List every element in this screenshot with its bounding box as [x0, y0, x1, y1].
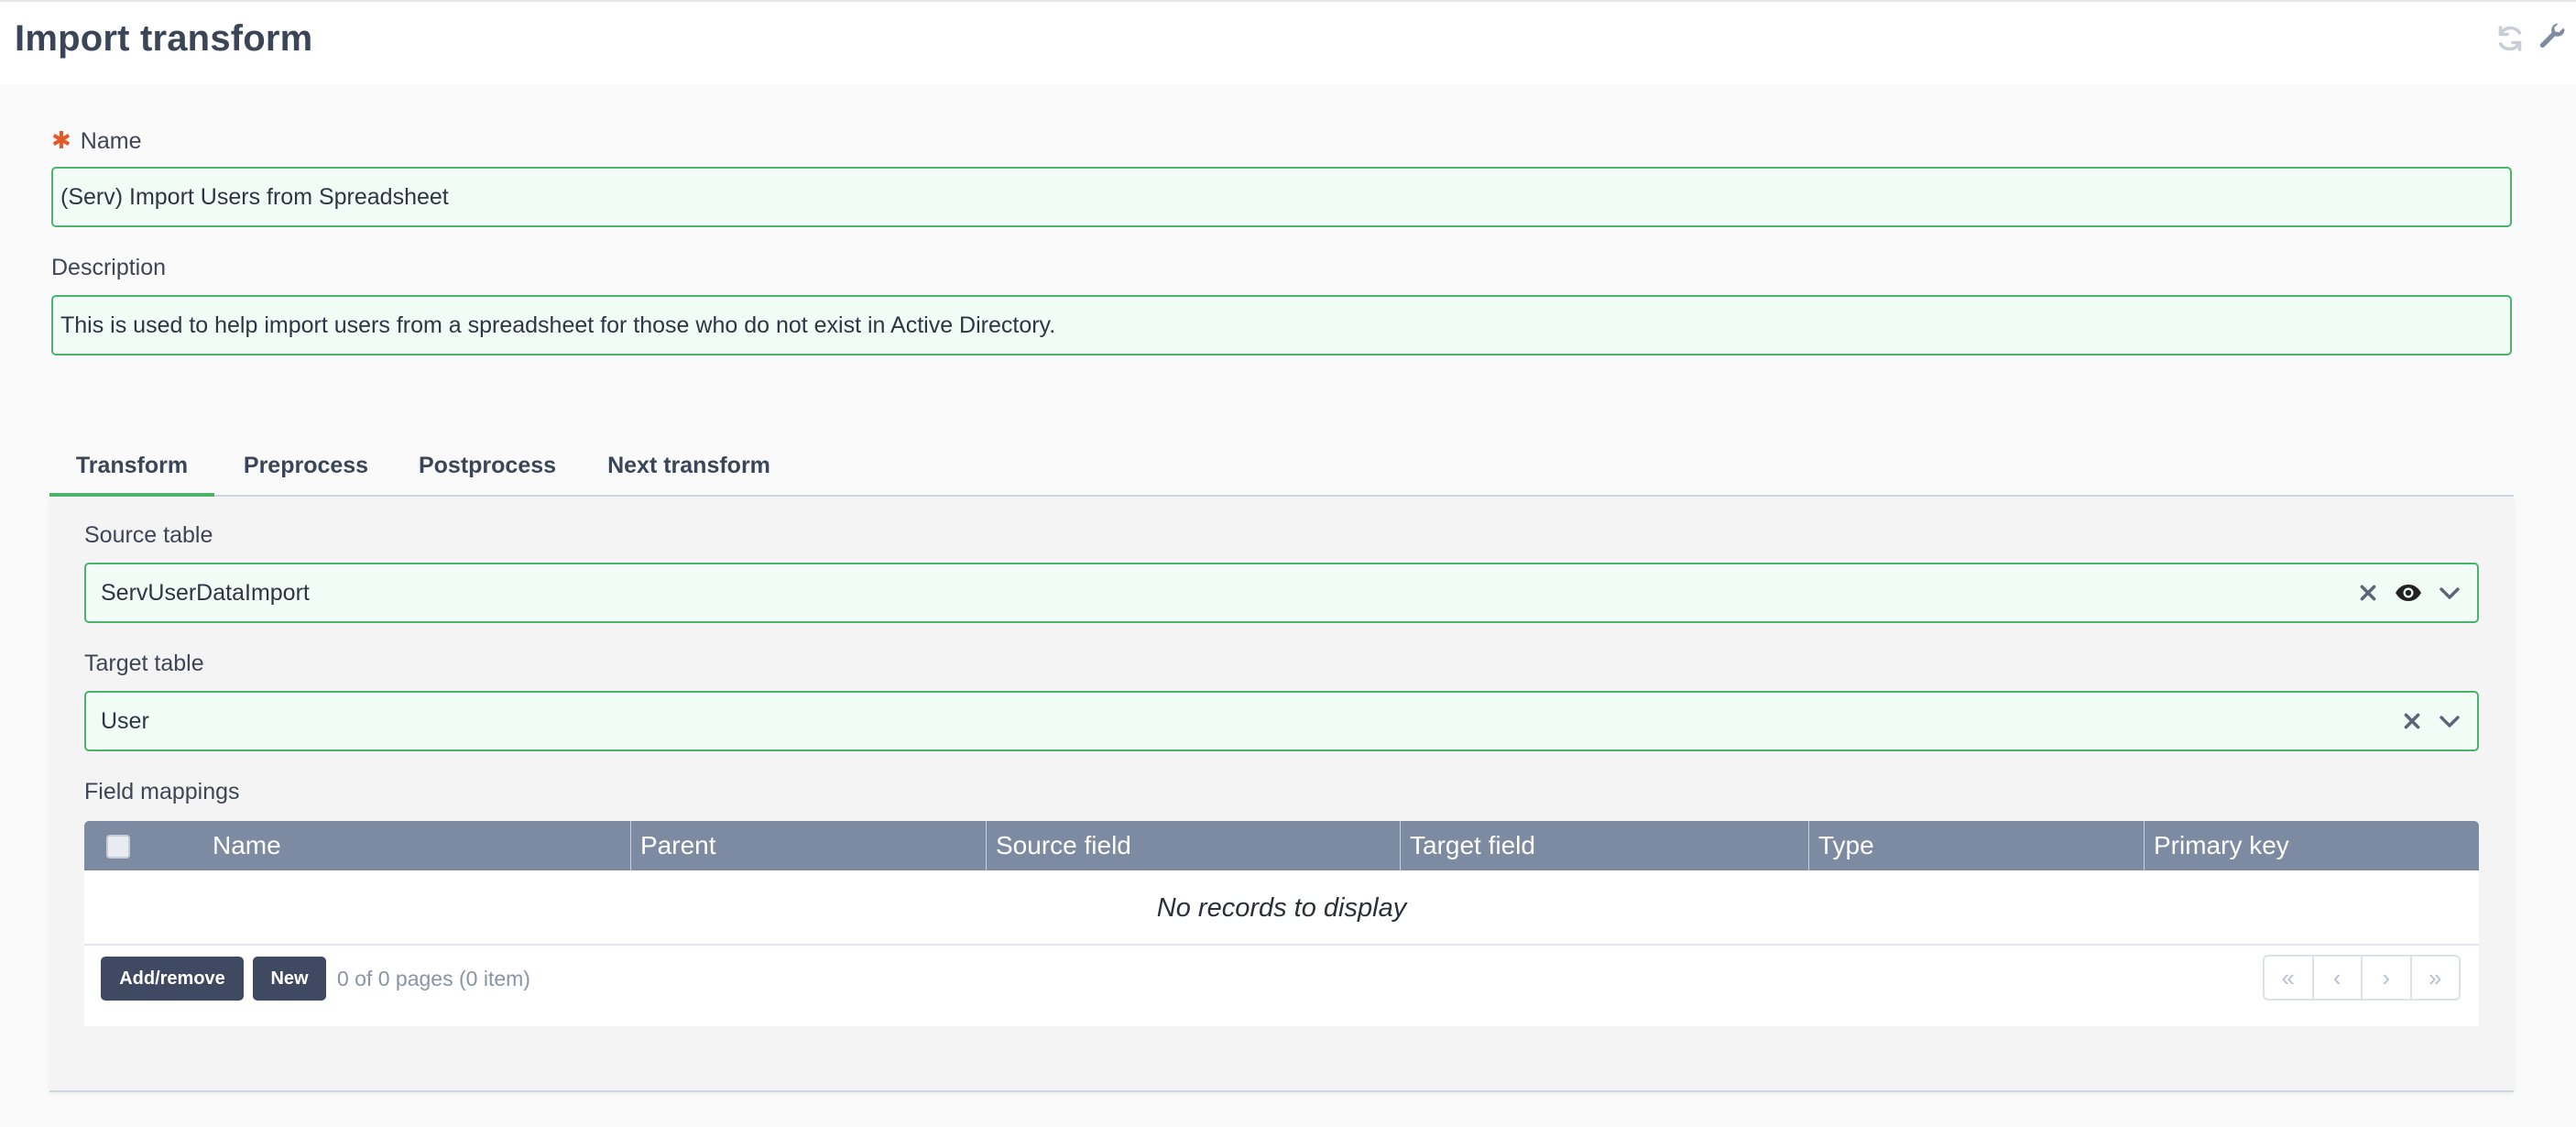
column-header-source-field[interactable]: Source field: [986, 821, 1400, 870]
name-label: ✱ Name: [51, 126, 141, 155]
target-table-select[interactable]: User: [84, 691, 2479, 751]
required-icon: ✱: [51, 126, 71, 154]
clear-icon[interactable]: [2358, 583, 2378, 603]
chevron-down-icon[interactable]: [2439, 583, 2461, 603]
field-mappings-label: Field mappings: [84, 779, 240, 804]
field-mappings-grid: Name Parent Source field Target field Ty…: [84, 821, 2479, 1026]
tab-preprocess[interactable]: Preprocess: [214, 431, 398, 497]
tab-bar: Transform Preprocess Postprocess Next tr…: [49, 431, 2514, 497]
previous-page-icon[interactable]: ‹: [2311, 957, 2362, 999]
source-table-value: ServUserDataImport: [101, 579, 310, 606]
name-value: (Serv) Import Users from Spreadsheet: [60, 183, 449, 210]
tab-next-transform[interactable]: Next transform: [577, 431, 801, 497]
new-button[interactable]: New: [253, 957, 326, 1001]
column-header-parent[interactable]: Parent: [630, 821, 986, 870]
add-remove-button[interactable]: Add/remove: [101, 957, 244, 1001]
page-info: 0 of 0 pages (0 item): [337, 967, 530, 990]
last-page-icon[interactable]: »: [2409, 957, 2460, 999]
chevron-down-icon[interactable]: [2439, 711, 2461, 731]
target-table-value: User: [101, 707, 149, 734]
eye-icon[interactable]: [2395, 583, 2422, 603]
first-page-icon[interactable]: «: [2265, 957, 2312, 999]
empty-message: No records to display: [84, 870, 2479, 946]
clear-icon[interactable]: [2402, 711, 2422, 731]
next-page-icon[interactable]: ›: [2361, 957, 2410, 999]
pager: « ‹ › »: [2263, 955, 2461, 1001]
source-table-label: Source table: [84, 522, 213, 548]
select-all-checkbox[interactable]: [106, 835, 130, 859]
name-label-text: Name: [80, 128, 142, 154]
description-field[interactable]: This is used to help import users from a…: [51, 295, 2512, 356]
tab-transform[interactable]: Transform: [49, 431, 214, 497]
description-value: This is used to help import users from a…: [60, 312, 1056, 338]
grid-header: Name Parent Source field Target field Ty…: [84, 821, 2479, 870]
page-title: Import transform: [15, 18, 313, 59]
description-label: Description: [51, 255, 167, 280]
source-table-select[interactable]: ServUserDataImport: [84, 563, 2479, 623]
grid-footer: Add/remove New 0 of 0 pages (0 item) « ‹…: [84, 947, 2479, 1026]
tab-postprocess[interactable]: Postprocess: [398, 431, 577, 497]
target-table-label: Target table: [84, 651, 204, 676]
page-header: Import transform: [0, 0, 2576, 84]
column-header-primary-key[interactable]: Primary key: [2144, 821, 2479, 870]
refresh-icon[interactable]: [2494, 22, 2527, 55]
column-header-target-field[interactable]: Target field: [1400, 821, 1808, 870]
wrench-icon[interactable]: [2536, 22, 2569, 55]
name-field[interactable]: (Serv) Import Users from Spreadsheet: [51, 167, 2512, 227]
column-header-type[interactable]: Type: [1808, 821, 2144, 870]
column-header-name[interactable]: Name: [203, 821, 630, 870]
